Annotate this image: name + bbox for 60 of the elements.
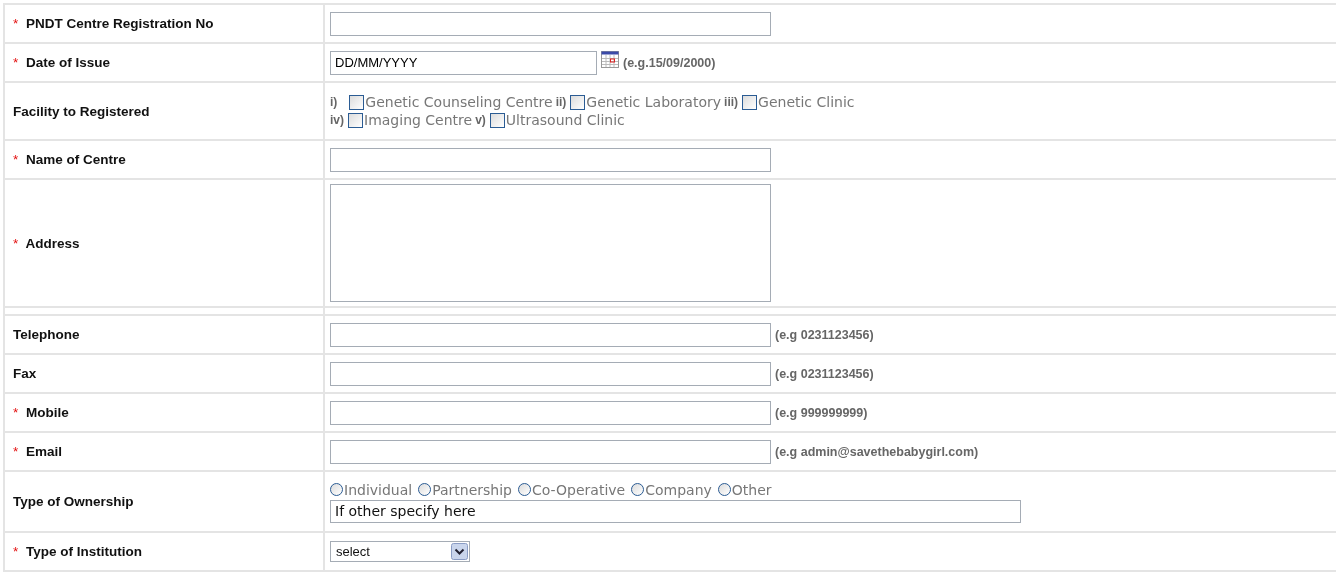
required-mark: * [13,235,19,251]
required-mark: * [13,152,19,167]
checkbox-label: Ultrasound Clinic [505,111,625,129]
field-label: PNDT Centre Registration No [26,16,214,31]
required-mark: * [13,444,19,459]
checkbox-label: Genetic Laboratory [586,93,722,111]
radio-button[interactable] [418,483,432,496]
checkbox[interactable] [570,94,586,110]
option-number: iv) [330,112,344,129]
field-label: Type of Ownership [13,494,134,509]
field-label: Email [26,444,63,459]
text-field[interactable] [330,361,771,386]
text-field[interactable] [330,11,771,36]
radio-label: Individual [344,480,413,499]
radio-label: Company [645,480,712,499]
text-field[interactable] [330,439,771,464]
checkbox[interactable] [348,112,363,128]
field-label: Fax [13,366,37,381]
option-number: iii) [724,94,739,111]
option-number: v) [475,112,486,129]
hint-text: (e.g admin@savethebabygirl.com) [775,444,979,459]
required-mark: * [13,405,19,420]
required-mark: * [13,16,19,31]
field-label: Type of Institution [26,544,142,559]
radio-button[interactable] [518,483,531,496]
checkbox-label: Imaging Centre [364,111,473,129]
hint-text: (e.g.15/09/2000) [623,55,716,70]
checkbox-label: Genetic Clinic [758,93,855,111]
text-field[interactable] [330,400,771,425]
field-label: Facility to Registered [13,103,150,119]
text-field[interactable] [330,147,771,172]
radio-button[interactable] [330,483,343,496]
select-dropdown[interactable]: select [330,541,470,562]
field-label: Address [25,235,80,251]
checkbox-label: Genetic Counseling Centre [365,93,553,111]
checkbox[interactable] [489,112,505,128]
address-field[interactable] [330,184,771,302]
hint-text: (e.g 0231123456) [775,366,874,381]
option-number: ii) [555,94,567,111]
field-label: Date of Issue [26,55,111,70]
field-label: Telephone [13,327,80,342]
dropdown-icon [451,543,468,560]
text-field[interactable] [330,322,771,347]
checkbox[interactable] [742,94,758,110]
date-field[interactable]: DD/MM/YYYY [330,50,597,75]
radio-button[interactable] [717,483,731,496]
hint-text: (e.g 999999999) [775,405,868,420]
checkbox[interactable] [349,94,365,110]
required-mark: * [13,55,19,70]
radio-label: Other [731,480,772,499]
required-mark: * [13,544,19,559]
radio-button[interactable] [631,483,645,496]
field-label: Name of Centre [26,152,126,167]
option-number: i) [330,94,338,111]
text-field[interactable]: If other specify here [330,499,1021,523]
hint-text: (e.g 0231123456) [775,327,874,342]
calendar-icon[interactable] [601,51,619,68]
radio-label: Co-Operative [532,480,626,499]
radio-label: Partnership [432,480,512,499]
field-label: Mobile [26,405,69,420]
